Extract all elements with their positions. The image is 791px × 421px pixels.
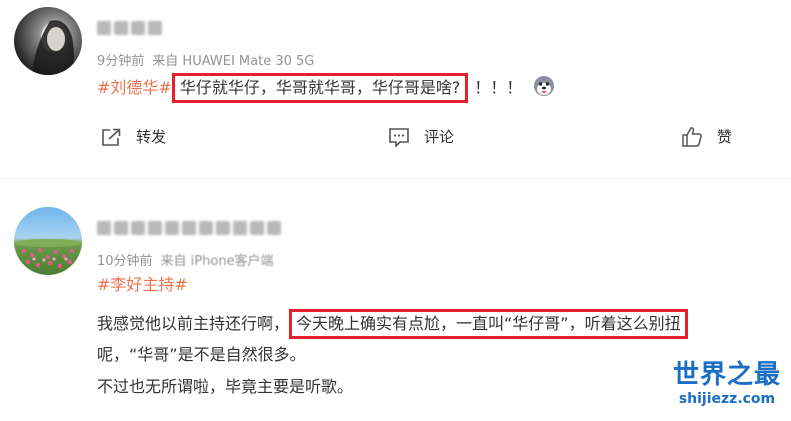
post-line3-2: 不过也无所谓啦，毕竟主要是听歌。 [97,377,354,396]
post-time-2: 10分钟前 [97,254,153,269]
highlighted-quote-1: 华仔就华仔，华哥就华哥，华仔哥是啥? [171,73,469,103]
post-hashtag-2: #李好主持# [97,274,188,296]
user-avatar-1[interactable] [14,7,82,75]
post-text-before-highlight: 我感觉他以前主持还行啊， [97,314,290,333]
like-button[interactable]: 赞 [681,126,732,147]
comment-icon [388,127,410,147]
post-source-2: 来自 iPhone客户端 [160,254,274,269]
post-line1-2: 我感觉他以前主持还行啊， 今天晚上确实有点尬，一直叫“华仔哥”，听着这么别扭 [97,309,688,339]
username-blurred-2[interactable] [97,220,281,236]
husky-emoji-icon [533,75,555,103]
username-blurred-1[interactable] [97,20,162,36]
exclamation-text: ！！！ [474,78,523,97]
watermark-title: 世界之最 [672,360,781,390]
repost-label: 转发 [136,128,167,146]
user-avatar-2[interactable] [14,207,82,275]
comment-button[interactable]: 评论 [388,126,454,147]
post-meta-2: 10分钟前 来自 iPhone客户端 [97,250,274,269]
hashtag-link-1[interactable]: #刘德华# [97,78,172,97]
comment-label: 评论 [424,128,455,146]
post-line2-2: 呢，“华哥”是不是自然很多。 [97,345,306,364]
comment-divider [0,178,791,179]
post-time-1: 9分钟前 [97,54,145,69]
repost-button[interactable]: 转发 [100,126,166,147]
post-source-1: 来自 HUAWEI Mate 30 5G [152,54,315,69]
post-content-1: #刘德华# 华仔就华仔，华哥就华哥，华仔哥是啥? ！！！ [97,73,555,103]
site-watermark: 世界之最 shijiezz.com [673,360,781,408]
repost-icon [100,127,122,147]
watermark-url: shijiezz.com [678,391,776,407]
hashtag-link-2[interactable]: #李好主持# [97,275,188,294]
like-label: 赞 [717,128,733,146]
thumbs-up-icon [681,126,703,147]
post-meta-1: 9分钟前 来自 HUAWEI Mate 30 5G [97,50,314,69]
highlighted-quote-2: 今天晚上确实有点尬，一直叫“华仔哥”，听着这么别扭 [289,309,688,339]
